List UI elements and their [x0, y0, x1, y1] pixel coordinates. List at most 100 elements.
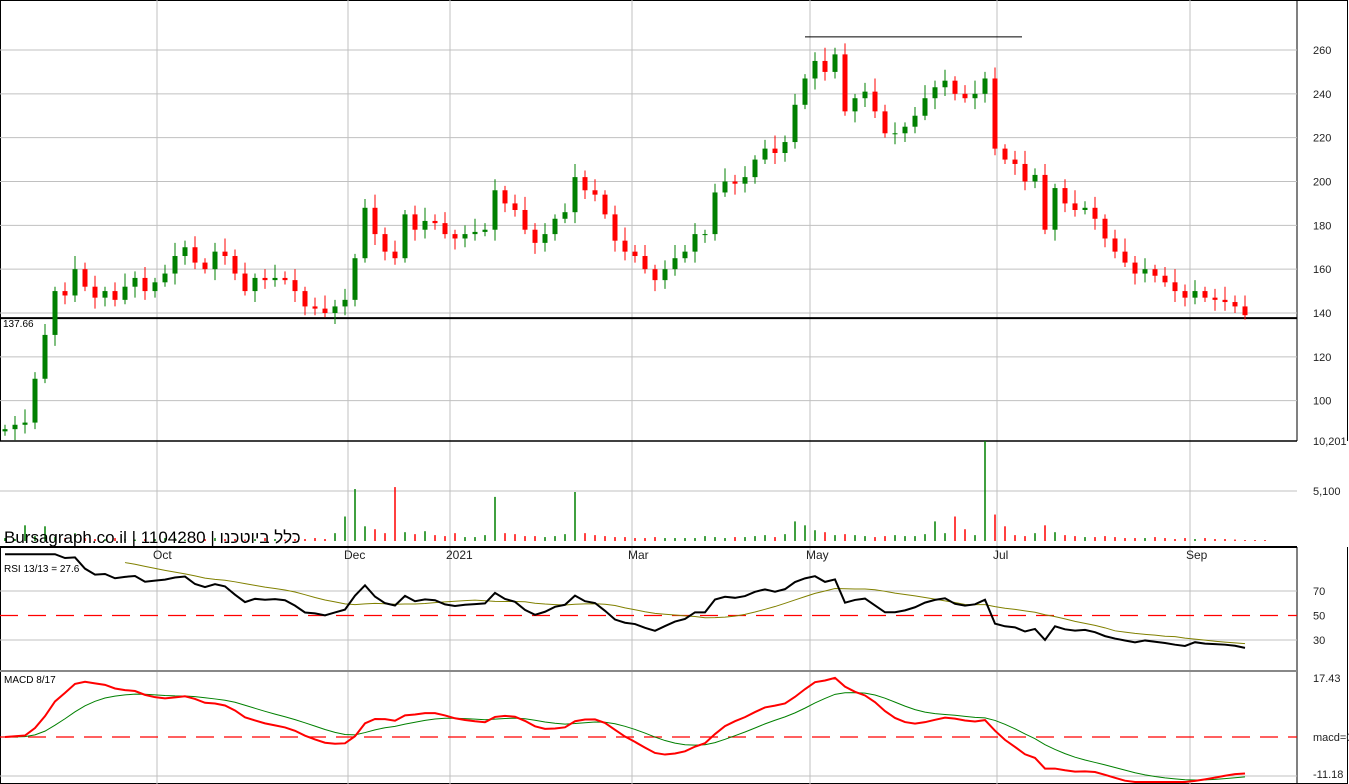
- candle-body: [722, 181, 728, 193]
- candle-body: [342, 299, 348, 307]
- candle-body: [222, 251, 228, 257]
- candle-body: [372, 207, 378, 235]
- candle-body: [1052, 188, 1058, 230]
- candle-body: [132, 277, 138, 287]
- candle-body: [202, 262, 208, 270]
- candle-body: [432, 220, 438, 224]
- candle-body: [1102, 218, 1108, 239]
- candle-body: [572, 177, 578, 213]
- candle-body: [472, 231, 478, 235]
- candle-body: [422, 220, 428, 230]
- candle-body: [882, 111, 888, 134]
- candle-body: [772, 148, 778, 154]
- candle-body: [122, 286, 128, 300]
- candle-body: [972, 93, 978, 99]
- candle-body: [512, 203, 518, 210]
- grid: [0, 0, 1349, 784]
- rsi-tick-label: 70: [1313, 586, 1325, 598]
- chart-title: Bursagraph.co.il | 1104280 | כלל ביוטכנו: [4, 528, 301, 547]
- month-label: May: [806, 548, 829, 562]
- candle-body: [1212, 297, 1218, 300]
- support-label: 137.66: [3, 319, 34, 330]
- candle-body: [602, 194, 608, 215]
- candle-body: [402, 214, 408, 259]
- candle-body: [1132, 262, 1138, 274]
- candle-body: [1012, 159, 1018, 164]
- candle-body: [1122, 251, 1128, 263]
- candle-body: [502, 190, 508, 204]
- candle-body: [692, 234, 698, 252]
- candle-body: [412, 214, 418, 230]
- candle-body: [982, 78, 988, 94]
- price-tick-label: 120: [1313, 352, 1331, 364]
- candle-body: [1172, 282, 1178, 292]
- candle-body: [532, 229, 538, 243]
- candle-body: [932, 87, 938, 99]
- candle-body: [152, 282, 158, 292]
- candle-body: [562, 212, 568, 219]
- candle-body: [1222, 299, 1228, 303]
- candle-body: [452, 234, 458, 239]
- candle-body: [302, 291, 308, 307]
- candle-body: [462, 234, 468, 239]
- candle-body: [622, 240, 628, 252]
- stock-chart: 100 120 140 160 180 200 220 240 260 Oct Dec 2021 Mar…: [0, 0, 1349, 784]
- candle-body: [2, 429, 8, 432]
- rsi-tick-label: 50: [1313, 611, 1325, 623]
- candle-body: [632, 251, 638, 257]
- rsi-label: RSI 13/13 = 27.6: [4, 564, 80, 575]
- candle-body: [802, 78, 808, 105]
- rsi-signal-line: [124, 562, 1246, 645]
- candle-body: [582, 177, 588, 191]
- candle-body: [612, 214, 618, 241]
- candle-body: [1242, 306, 1248, 316]
- candle-body: [1072, 203, 1078, 210]
- candle-body: [1182, 291, 1188, 298]
- candle-body: [892, 133, 898, 135]
- month-label: Sep: [1186, 548, 1208, 562]
- candle-body: [142, 277, 148, 292]
- candle-body: [862, 91, 868, 99]
- candle-body: [1152, 269, 1158, 276]
- candle-body: [792, 104, 798, 143]
- candle-body: [42, 334, 48, 379]
- candle-body: [702, 234, 708, 236]
- macd-panel: [4, 676, 1246, 783]
- candle-body: [592, 190, 598, 195]
- candle-body: [942, 80, 948, 88]
- candle-body: [1112, 238, 1118, 252]
- candle-body: [682, 251, 688, 259]
- price-tick-label: 200: [1313, 176, 1331, 188]
- price-candles: [2, 43, 1248, 441]
- candle-body: [522, 209, 528, 230]
- candle-body: [872, 91, 878, 112]
- frame: [0, 0, 1348, 784]
- candle-body: [1022, 163, 1028, 182]
- candle-body: [322, 308, 328, 313]
- candle-body: [812, 60, 818, 79]
- candle-body: [312, 306, 318, 309]
- candle-body: [672, 258, 678, 270]
- candle-body: [1002, 148, 1008, 160]
- candle-body: [162, 273, 168, 283]
- candle-body: [742, 177, 748, 184]
- candle-body: [492, 190, 498, 230]
- price-tick-label: 140: [1313, 308, 1331, 320]
- candle-body: [1032, 174, 1038, 182]
- candle-body: [822, 60, 828, 72]
- candle-body: [52, 291, 58, 335]
- candle-body: [852, 98, 858, 112]
- candle-body: [1202, 291, 1208, 298]
- candle-body: [642, 256, 648, 270]
- rsi-line: [5, 553, 1246, 649]
- candle-body: [832, 54, 838, 72]
- candle-body: [752, 159, 758, 178]
- candle-body: [652, 269, 658, 281]
- macd-label: MACD 8/17: [4, 675, 56, 686]
- candle-body: [352, 258, 358, 300]
- candle-body: [252, 277, 258, 292]
- candle-body: [552, 218, 558, 235]
- macd-line: [4, 676, 1246, 783]
- candle-body: [282, 277, 288, 281]
- candle-body: [952, 80, 958, 94]
